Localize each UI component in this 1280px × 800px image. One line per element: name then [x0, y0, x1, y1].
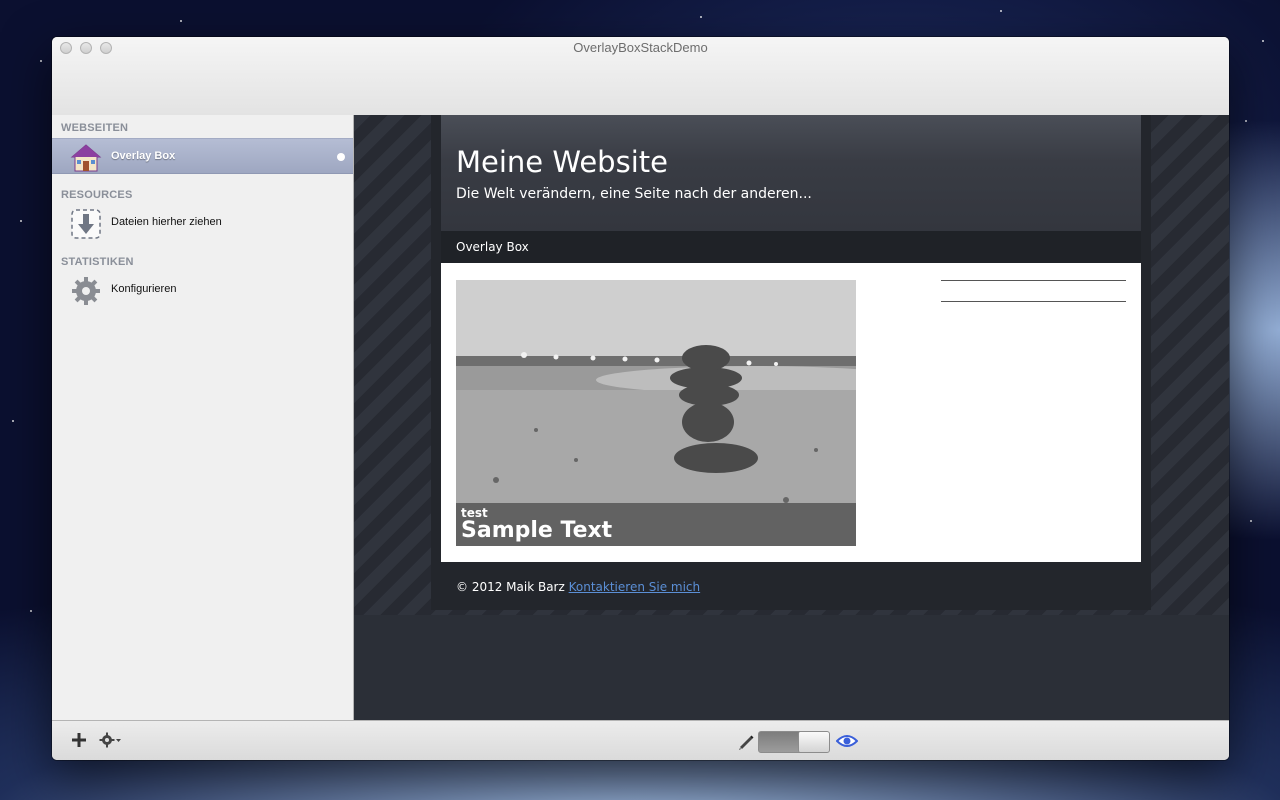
app-window: OverlayBoxStackDemo WEBSEITEN Overlay Bo…: [52, 37, 1229, 760]
sidebar-item-label: Konfigurieren: [111, 283, 177, 295]
sidebar-item-overlay-box[interactable]: Overlay Box: [52, 138, 353, 174]
edit-preview-toggle[interactable]: [758, 731, 830, 753]
sidebar-item-drop-files[interactable]: Dateien hierher ziehen: [52, 205, 353, 241]
window-title: OverlayBoxStackDemo: [573, 40, 708, 55]
plus-icon[interactable]: [72, 733, 86, 747]
download-arrow-icon: [71, 209, 101, 239]
sidebar: WEBSEITEN Overlay Box RESOURCES Dateien …: [52, 115, 354, 720]
section-heading-webseiten: WEBSEITEN: [61, 122, 129, 134]
sidebar-rule-bottom: [941, 301, 1126, 302]
sidebar-item-label: Overlay Box: [111, 150, 176, 162]
section-heading-statistiken: STATISTIKEN: [61, 256, 134, 268]
nav-item-overlay-box[interactable]: Overlay Box: [456, 240, 529, 254]
sidebar-item-label: Dateien hierher ziehen: [111, 216, 222, 228]
eye-icon[interactable]: [836, 734, 858, 748]
site-wrapper: Meine Website Die Welt verändern, eine S…: [431, 115, 1151, 610]
overlay-box-image[interactable]: test Sample Text: [456, 280, 856, 546]
site-header: Meine Website Die Welt verändern, eine S…: [441, 115, 1141, 231]
sidebar-item-konfigurieren[interactable]: Konfigurieren: [52, 272, 353, 308]
site-footer: © 2012 Maik Barz Kontaktieren Sie mich: [456, 580, 700, 594]
site-nav: Overlay Box: [441, 231, 1141, 263]
gear-menu-icon[interactable]: [99, 732, 123, 748]
footer-contact-link[interactable]: Kontaktieren Sie mich: [569, 580, 701, 594]
pencil-icon[interactable]: [737, 733, 755, 751]
site-content: test Sample Text: [441, 263, 1141, 562]
website-preview[interactable]: Meine Website Die Welt verändern, eine S…: [354, 115, 1229, 720]
sidebar-rule-top: [941, 280, 1126, 281]
section-heading-resources: RESOURCES: [61, 189, 133, 201]
footer-copyright: © 2012 Maik Barz: [456, 580, 565, 594]
toggle-knob: [798, 732, 829, 752]
site-subtitle: Die Welt verändern, eine Seite nach der …: [456, 186, 812, 202]
selection-indicator: [337, 153, 345, 161]
house-icon: [70, 144, 102, 172]
overlay-caption: test Sample Text: [456, 503, 856, 546]
titlebar: OverlayBoxStackDemo: [52, 37, 1229, 116]
overlay-caption-title: Sample Text: [461, 518, 613, 543]
gear-icon: [72, 277, 100, 305]
bottom-toolbar: [52, 720, 1229, 760]
site-title: Meine Website: [456, 145, 668, 179]
